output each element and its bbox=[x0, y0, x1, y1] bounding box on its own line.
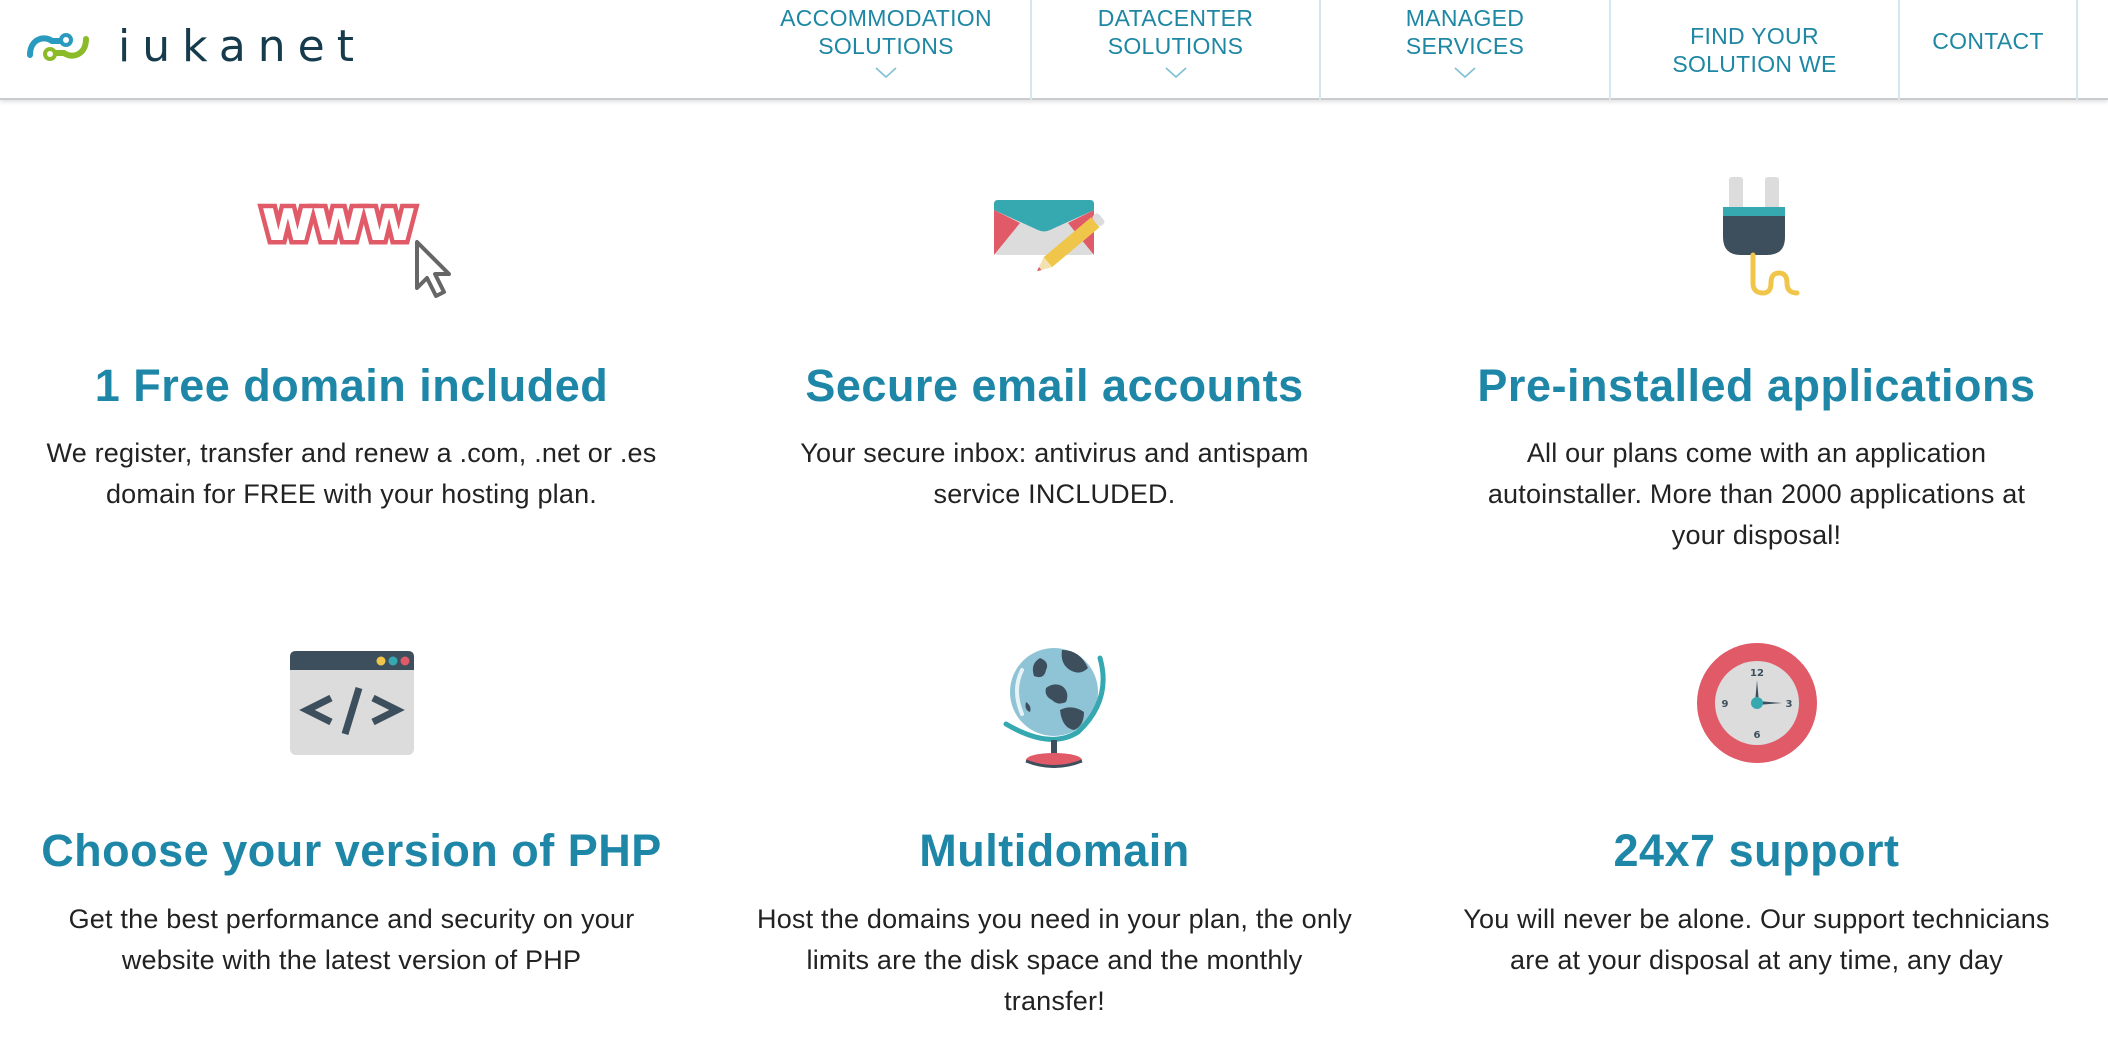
description-line: We register, transfer and renew a .com, … bbox=[46, 438, 657, 468]
nav-label-line2: SERVICES bbox=[1405, 33, 1525, 59]
feature-title: 24x7 support bbox=[1613, 825, 1900, 876]
description-line: autoinstaller. More than 2000 applicatio… bbox=[1487, 479, 2026, 509]
feature-title: Multidomain bbox=[919, 825, 1190, 876]
description-line: All our plans come with an application bbox=[1526, 438, 1987, 468]
globe-icon bbox=[1003, 648, 1106, 768]
nav-find-your-solution[interactable]: FIND YOUR SOLUTION WE bbox=[1611, 0, 1900, 100]
description-line: website with the latest version of PHP bbox=[121, 945, 582, 975]
logo-icon bbox=[27, 33, 89, 61]
nav-label-line1: DATACENTER bbox=[1097, 5, 1254, 31]
description-line: are at your disposal at any time, any da… bbox=[1510, 945, 2003, 975]
nav-label-line2: SOLUTIONS bbox=[818, 33, 954, 59]
nav-label-line1: ACCOMMODATION bbox=[780, 5, 992, 31]
svg-text:www: www bbox=[261, 186, 414, 254]
description-line: Get the best performance and security on… bbox=[68, 904, 635, 934]
nav-label-line1: FIND YOUR bbox=[1690, 23, 1819, 49]
feature-title: 1 Free domain included bbox=[94, 360, 609, 411]
feature-title: Secure email accounts bbox=[805, 360, 1304, 411]
description-line: your disposal! bbox=[1671, 520, 1842, 550]
feature-title: Pre-installed applications bbox=[1477, 360, 2036, 411]
description-line: service INCLUDED. bbox=[933, 479, 1176, 509]
site-header: iukanet ACCOMMODATION SOLUTIONS DATACENT… bbox=[0, 0, 2108, 100]
nav-divider bbox=[1030, 0, 1032, 100]
nav-label-line2: SOLUTIONS bbox=[1107, 33, 1244, 59]
logo-text: iukanet bbox=[118, 21, 366, 72]
clock-icon: 12 3 6 9 bbox=[1696, 643, 1817, 763]
chevron-down-icon bbox=[1454, 67, 1476, 79]
main-nav: ACCOMMODATION SOLUTIONS DATACENTER SOLUT… bbox=[742, 0, 2078, 100]
clock-number-9: 9 bbox=[1721, 699, 1728, 710]
feature-title: Choose your version of PHP bbox=[41, 825, 662, 876]
clock-number-6: 6 bbox=[1753, 730, 1760, 741]
description-line: limits are the disk space and the monthl… bbox=[806, 945, 1303, 975]
chevron-down-icon bbox=[1164, 67, 1187, 79]
description-line: domain for FREE with your hosting plan. bbox=[105, 479, 598, 509]
nav-datacenter-solutions[interactable]: DATACENTER SOLUTIONS bbox=[1032, 0, 1321, 100]
feature-description: We register, transfer and renew a .com, … bbox=[12, 433, 692, 515]
feature-description: Host the domains you need in your plan, … bbox=[715, 899, 1395, 1022]
clock-number-12: 12 bbox=[1750, 668, 1764, 679]
plug-icon bbox=[1722, 177, 1799, 296]
code-window-icon bbox=[289, 651, 414, 755]
clock-number-3: 3 bbox=[1785, 699, 1792, 710]
description-line: You will never be alone. Our support tec… bbox=[1463, 904, 2050, 934]
feature-description: All our plans come with an application a… bbox=[1417, 433, 2097, 556]
email-pencil-icon bbox=[993, 200, 1104, 272]
nav-label-line1: MANAGED bbox=[1405, 5, 1525, 31]
nav-contact[interactable]: CONTACT bbox=[1900, 0, 2078, 100]
description-line: Your secure inbox: antivirus and antispa… bbox=[800, 438, 1309, 468]
logo[interactable]: iukanet bbox=[26, 22, 366, 72]
nav-managed-services[interactable]: MANAGED SERVICES bbox=[1321, 0, 1611, 100]
nav-label: CONTACT bbox=[1932, 28, 2044, 54]
www-cursor-icon: www bbox=[256, 182, 451, 298]
chevron-down-icon bbox=[875, 67, 897, 79]
feature-description: Get the best performance and security on… bbox=[12, 899, 692, 981]
description-line: transfer! bbox=[1004, 986, 1105, 1016]
feature-description: Your secure inbox: antivirus and antispa… bbox=[715, 433, 1395, 515]
nav-label-line2: SOLUTION WE bbox=[1672, 51, 1837, 77]
feature-description: You will never be alone. Our support tec… bbox=[1417, 899, 2097, 981]
nav-accommodation-solutions[interactable]: ACCOMMODATION SOLUTIONS bbox=[742, 0, 1032, 100]
description-line: Host the domains you need in your plan, … bbox=[757, 904, 1352, 934]
